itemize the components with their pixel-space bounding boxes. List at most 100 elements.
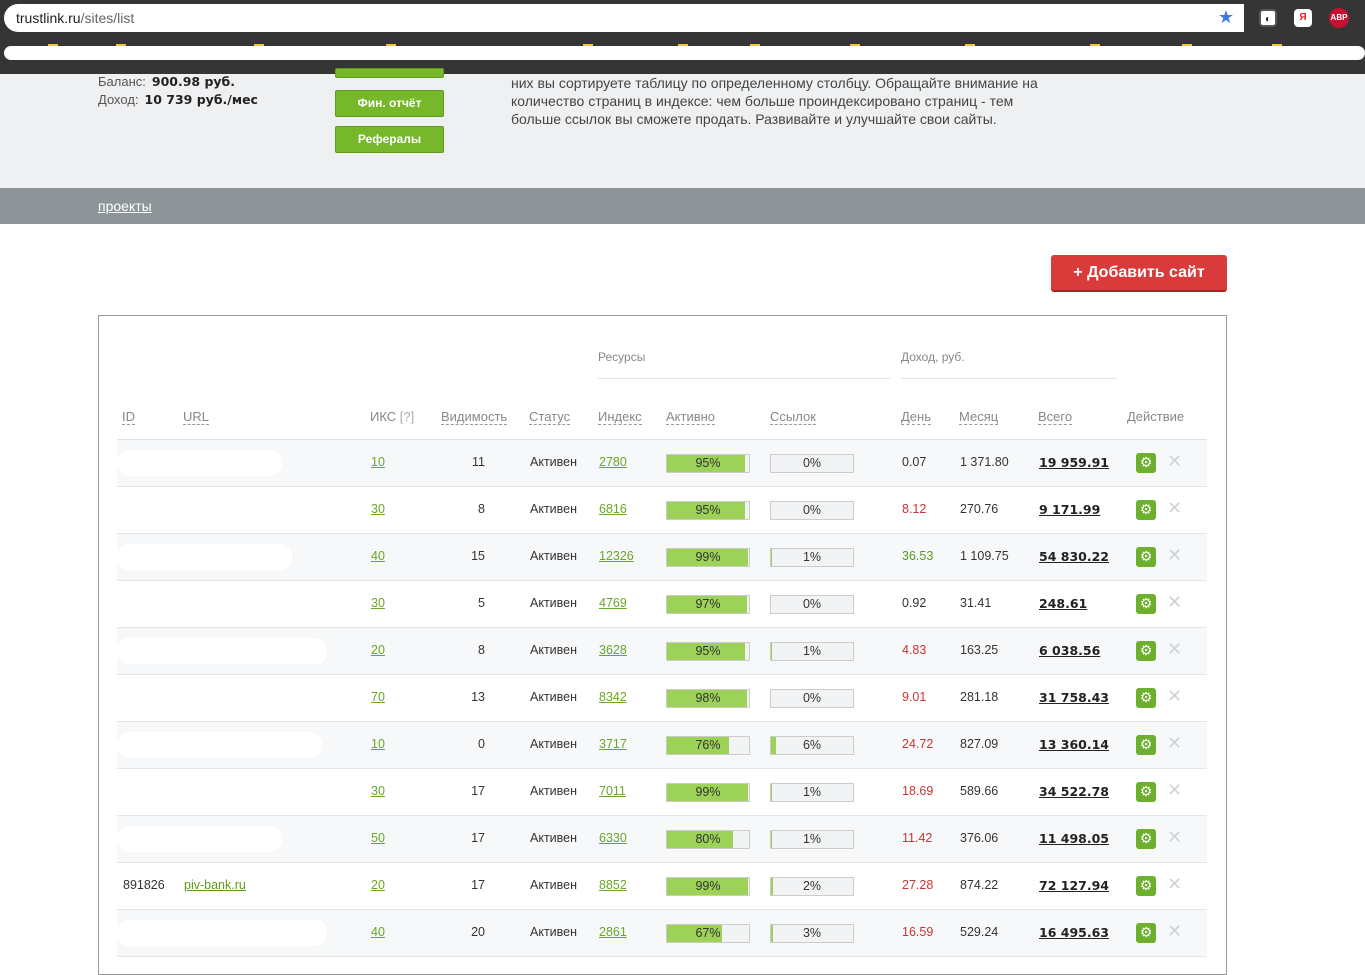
cell-total[interactable]: 19 959.91 xyxy=(1039,455,1109,470)
cell-day: 27.28 xyxy=(902,878,934,892)
close-icon[interactable]: ✕ xyxy=(1167,921,1182,942)
cell-iks[interactable]: 20 xyxy=(371,643,385,657)
cell-index[interactable]: 3717 xyxy=(599,737,627,751)
header-day[interactable]: День xyxy=(901,409,931,425)
fin-report-button[interactable]: Фин. отчёт xyxy=(335,90,444,117)
cell-index[interactable]: 2780 xyxy=(599,455,627,469)
gear-icon[interactable]: ⚙ xyxy=(1136,594,1156,614)
close-icon[interactable]: ✕ xyxy=(1167,686,1182,707)
cell-total[interactable]: 31 758.43 xyxy=(1039,690,1109,705)
header-links[interactable]: Ссылок xyxy=(770,409,816,425)
cell-total[interactable]: 248.61 xyxy=(1039,596,1087,611)
close-icon[interactable]: ✕ xyxy=(1167,639,1182,660)
cell-iks[interactable]: 10 xyxy=(371,737,385,751)
cell-index[interactable]: 12326 xyxy=(599,549,634,563)
cell-status: Активен xyxy=(530,596,578,610)
links-progress-bar: 1% xyxy=(770,830,854,849)
gear-icon[interactable]: ⚙ xyxy=(1136,500,1156,520)
cell-index[interactable]: 6816 xyxy=(599,502,627,516)
header-index[interactable]: Индекс xyxy=(598,409,642,425)
gear-icon[interactable]: ⚙ xyxy=(1136,547,1156,567)
active-percent: 95% xyxy=(695,456,721,470)
links-percent: 6% xyxy=(802,738,822,752)
cell-total[interactable]: 54 830.22 xyxy=(1039,549,1109,564)
cell-index[interactable]: 3628 xyxy=(599,643,627,657)
header-status[interactable]: Статус xyxy=(529,409,571,425)
close-icon[interactable]: ✕ xyxy=(1167,874,1182,895)
cell-index[interactable]: 2861 xyxy=(599,925,627,939)
gear-icon[interactable]: ⚙ xyxy=(1136,923,1156,943)
cell-iks[interactable]: 30 xyxy=(371,784,385,798)
cell-url[interactable]: piv-bank.ru xyxy=(184,878,246,892)
links-progress-bar: 0% xyxy=(770,689,854,708)
gear-icon[interactable]: ⚙ xyxy=(1136,782,1156,802)
cell-day: 4.83 xyxy=(902,643,927,657)
cell-total[interactable]: 6 038.56 xyxy=(1039,643,1100,658)
cell-month: 874.22 xyxy=(960,878,999,892)
cell-iks[interactable]: 10 xyxy=(371,455,385,469)
close-icon[interactable]: ✕ xyxy=(1167,451,1182,472)
header-id[interactable]: ID xyxy=(122,409,135,425)
star-icon[interactable]: ★ xyxy=(1218,7,1234,28)
gear-icon[interactable]: ⚙ xyxy=(1136,688,1156,708)
close-icon[interactable]: ✕ xyxy=(1167,827,1182,848)
extension-icon[interactable]: ◐ xyxy=(1259,9,1277,27)
links-progress-bar: 1% xyxy=(770,548,854,567)
cell-iks[interactable]: 30 xyxy=(371,596,385,610)
close-icon[interactable]: ✕ xyxy=(1167,545,1182,566)
cell-index[interactable]: 8342 xyxy=(599,690,627,704)
add-site-button[interactable]: + Добавить сайт xyxy=(1051,255,1227,292)
close-icon[interactable]: ✕ xyxy=(1167,592,1182,613)
address-bar[interactable]: trustlink.ru/sites/list ★ xyxy=(4,4,1244,32)
cell-iks[interactable]: 40 xyxy=(371,925,385,939)
gear-icon[interactable]: ⚙ xyxy=(1136,453,1156,473)
yandex-icon[interactable]: Я xyxy=(1294,9,1312,27)
active-progress-bar: 98% xyxy=(666,689,750,708)
close-icon[interactable]: ✕ xyxy=(1167,780,1182,801)
active-percent: 98% xyxy=(695,691,721,705)
cell-iks[interactable]: 40 xyxy=(371,549,385,563)
links-progress-bar: 1% xyxy=(770,783,854,802)
header-month[interactable]: Месяц xyxy=(959,409,999,425)
help-icon[interactable]: [?] xyxy=(400,409,414,424)
cell-day: 16.59 xyxy=(902,925,934,939)
cell-visibility: 17 xyxy=(471,784,485,798)
cell-index[interactable]: 7011 xyxy=(599,784,626,798)
gear-icon[interactable]: ⚙ xyxy=(1136,641,1156,661)
close-icon[interactable]: ✕ xyxy=(1167,498,1182,519)
browser-toolbar: trustlink.ru/sites/list ★ ◐ Я ABP xyxy=(0,0,1365,36)
gear-icon[interactable]: ⚙ xyxy=(1136,735,1156,755)
income-value: 10 739 руб./мес xyxy=(144,92,258,107)
active-progress-bar: 80% xyxy=(666,830,750,849)
cell-total[interactable]: 72 127.94 xyxy=(1039,878,1109,893)
cell-month: 827.09 xyxy=(960,737,999,751)
balance-value: 900.98 руб. xyxy=(151,74,236,89)
cell-iks[interactable]: 30 xyxy=(371,502,385,516)
cell-iks[interactable]: 70 xyxy=(371,690,385,704)
cell-total[interactable]: 13 360.14 xyxy=(1039,737,1109,752)
cell-total[interactable]: 11 498.05 xyxy=(1039,831,1109,846)
adblock-icon[interactable]: ABP xyxy=(1329,8,1349,28)
cell-total[interactable]: 16 495.63 xyxy=(1039,925,1109,940)
projects-link[interactable]: проекты xyxy=(98,198,152,214)
gear-icon[interactable]: ⚙ xyxy=(1136,829,1156,849)
header-active[interactable]: Активно xyxy=(666,409,716,425)
hidden-top-button[interactable] xyxy=(335,68,444,78)
cell-iks[interactable]: 50 xyxy=(371,831,385,845)
gear-icon[interactable]: ⚙ xyxy=(1136,876,1156,896)
cell-total[interactable]: 9 171.99 xyxy=(1039,502,1100,517)
header-total[interactable]: Всего xyxy=(1038,409,1073,425)
referrals-button[interactable]: Рефералы xyxy=(335,126,444,153)
cell-index[interactable]: 8852 xyxy=(599,878,627,892)
cell-index[interactable]: 4769 xyxy=(599,596,627,610)
header-url[interactable]: URL xyxy=(183,409,210,425)
cell-day: 9.01 xyxy=(902,690,927,704)
close-icon[interactable]: ✕ xyxy=(1167,733,1182,754)
header-visibility[interactable]: Видимость xyxy=(441,409,508,425)
header-iks[interactable]: ИКС [?] xyxy=(370,409,414,424)
active-percent: 99% xyxy=(695,879,721,893)
cell-iks[interactable]: 20 xyxy=(371,878,385,892)
cell-total[interactable]: 34 522.78 xyxy=(1039,784,1109,799)
redacted-bookmarks xyxy=(4,46,1365,60)
cell-index[interactable]: 6330 xyxy=(599,831,627,845)
